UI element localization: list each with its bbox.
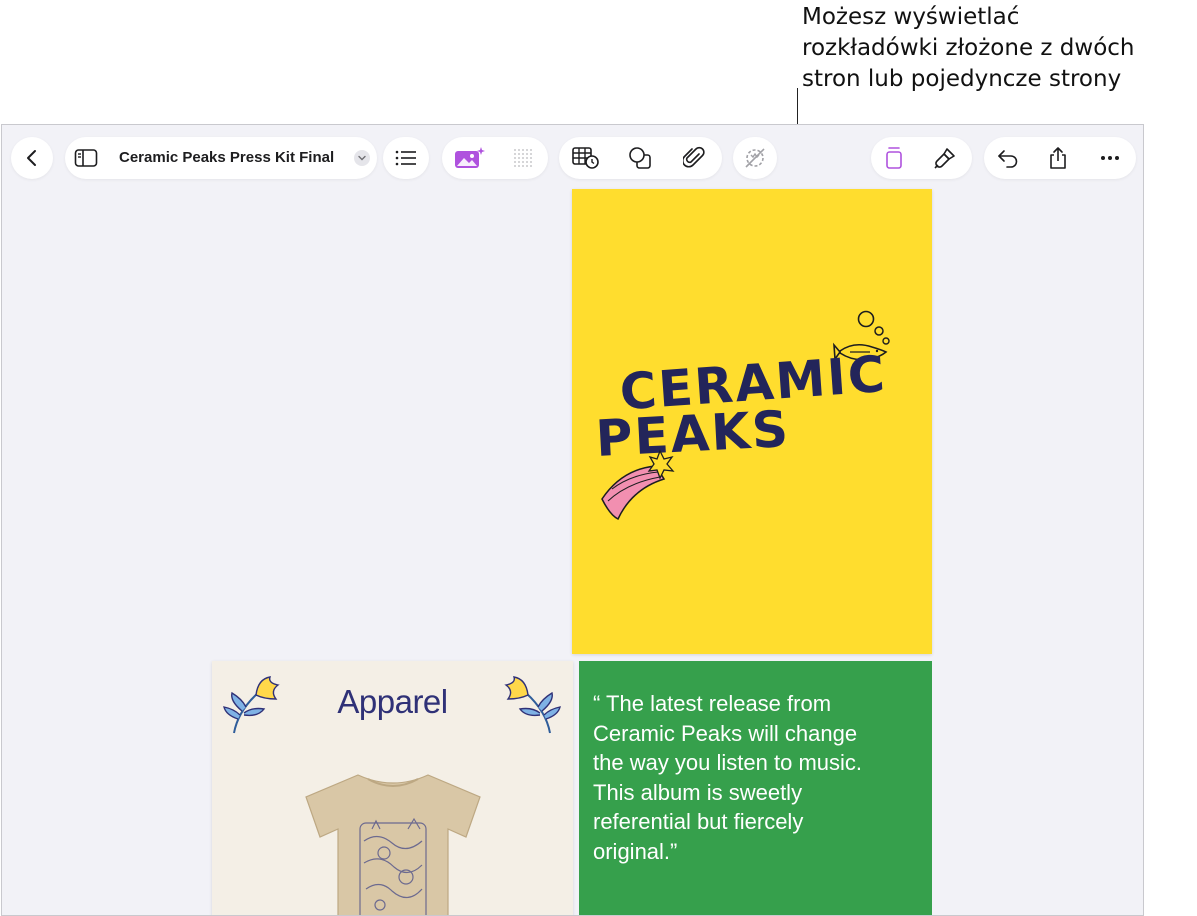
attach-button[interactable] <box>667 137 721 179</box>
quote-line: “ The latest release from <box>593 691 832 716</box>
shape-button[interactable] <box>613 137 667 179</box>
format-button[interactable] <box>917 137 972 179</box>
quote-line: referential but fiercely <box>593 809 804 834</box>
share-icon <box>1048 146 1068 170</box>
back-button[interactable] <box>11 137 53 179</box>
remove-button[interactable] <box>733 137 777 179</box>
page-view-icon <box>885 146 903 170</box>
t-shirt-image <box>305 774 481 915</box>
image-playground-button[interactable] <box>442 137 498 179</box>
undo-icon <box>997 148 1019 168</box>
cover-page[interactable]: CERAMIC PEAKS <box>572 189 932 654</box>
dot-grid-icon <box>513 148 533 168</box>
strikethrough-sparkle-icon <box>733 137 777 179</box>
image-sparkle-icon <box>454 146 486 170</box>
undo-button[interactable] <box>984 137 1032 179</box>
flower-icon <box>223 676 280 734</box>
paintbrush-icon <box>933 146 957 170</box>
table-clock-icon <box>572 146 600 170</box>
view-pill <box>871 137 972 179</box>
more-button[interactable] <box>1084 137 1136 179</box>
title-menu-button[interactable] <box>354 150 370 166</box>
pages-app-window: Ceramic Peaks Press Kit Final CERAMIC PE… <box>1 124 1144 916</box>
grid-button[interactable] <box>498 137 548 179</box>
more-icon <box>1100 155 1120 161</box>
actions-pill <box>984 137 1136 179</box>
callout-text: Możesz wyświetlać rozkładówki złożone z … <box>802 2 1135 95</box>
callout-line-2: rozkładówki złożone z dwóch <box>802 35 1135 61</box>
table-button[interactable] <box>559 137 613 179</box>
cover-artwork: CERAMIC PEAKS <box>594 310 890 521</box>
quote-page[interactable]: “ The latest release from Ceramic Peaks … <box>579 661 932 915</box>
paperclip-icon <box>683 146 705 170</box>
quote-line: Ceramic Peaks will change <box>593 720 858 746</box>
bubble-icon <box>882 337 890 345</box>
flower-icon <box>504 676 561 734</box>
quote-line: This album is sweetly <box>593 779 803 805</box>
shape-icon <box>628 146 652 170</box>
chevron-left-icon <box>11 137 53 179</box>
callout-line-1: Możesz wyświetlać <box>802 4 1020 30</box>
sidebar-button[interactable] <box>65 137 107 179</box>
quote-line: the way you listen to music. <box>593 750 863 775</box>
list-icon <box>383 137 429 179</box>
bubble-icon <box>857 310 875 328</box>
document-title[interactable]: Ceramic Peaks Press Kit Final <box>119 149 334 166</box>
share-button[interactable] <box>1032 137 1084 179</box>
page-view-button[interactable] <box>871 137 917 179</box>
callout-line-3: stron lub pojedyncze strony <box>802 66 1122 92</box>
bubble-icon <box>874 326 884 336</box>
apparel-page[interactable]: Apparel <box>212 661 573 915</box>
list-button[interactable] <box>383 137 429 179</box>
insert-pill <box>559 137 722 179</box>
sidebar-icon <box>74 148 98 168</box>
media-pill <box>442 137 548 179</box>
cover-title-line2: PEAKS <box>594 400 791 468</box>
quote-text: “ The latest release from Ceramic Peaks … <box>593 689 918 866</box>
chevron-down-icon <box>357 149 367 167</box>
quote-line: original.” <box>593 838 678 864</box>
